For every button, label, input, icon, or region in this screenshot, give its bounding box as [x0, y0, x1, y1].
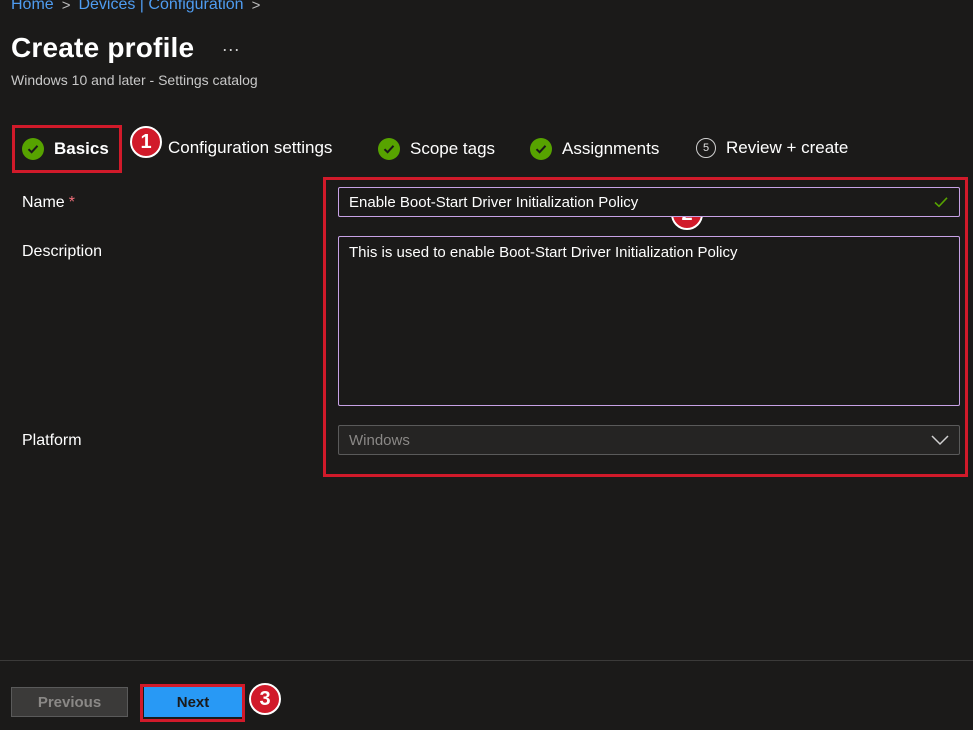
title-row: Create profile ...	[11, 32, 240, 64]
breadcrumb: Home > Devices | Configuration >	[11, 0, 260, 14]
step-assignments[interactable]: Assignments	[530, 138, 659, 160]
platform-label: Platform	[22, 432, 82, 449]
page-subtitle: Windows 10 and later - Settings catalog	[11, 72, 258, 88]
breadcrumb-separator: >	[251, 0, 261, 14]
name-input[interactable]: Enable Boot-Start Driver Initialization …	[338, 187, 960, 217]
platform-select-value: Windows	[349, 431, 410, 449]
step-number-icon: 5	[696, 138, 716, 158]
breadcrumb-home-link[interactable]: Home	[11, 0, 54, 14]
step-configuration-settings[interactable]: Configuration settings	[168, 138, 332, 158]
required-mark: *	[68, 194, 75, 211]
page-title: Create profile	[11, 32, 195, 63]
valid-check-icon	[934, 197, 948, 208]
previous-button[interactable]: Previous	[11, 687, 128, 717]
step-label: Configuration settings	[168, 138, 333, 157]
description-label: Description	[22, 243, 103, 260]
highlight-next	[140, 684, 245, 722]
name-label: Name *	[22, 194, 75, 212]
step-label: Review + create	[726, 138, 849, 157]
step-review-create[interactable]: 5 Review + create	[696, 138, 848, 158]
name-input-value: Enable Boot-Start Driver Initialization …	[349, 193, 639, 211]
description-textarea[interactable]: This is used to enable Boot-Start Driver…	[338, 236, 960, 406]
check-icon	[378, 138, 400, 160]
create-profile-page: Home > Devices | Configuration > Create …	[0, 0, 973, 730]
check-icon	[530, 138, 552, 160]
footer: Previous Next 3	[0, 660, 973, 730]
platform-select[interactable]: Windows	[338, 425, 960, 455]
annotation-badge-1: 1	[130, 126, 162, 158]
annotation-badge-3: 3	[249, 683, 281, 715]
chevron-down-icon	[931, 435, 949, 446]
step-label: Assignments	[562, 139, 660, 158]
step-label: Scope tags	[410, 139, 496, 158]
breadcrumb-devices-link[interactable]: Devices | Configuration	[78, 0, 243, 14]
highlight-basics	[12, 125, 122, 173]
name-label-text: Name	[22, 194, 65, 211]
breadcrumb-separator: >	[61, 0, 71, 14]
more-options-button[interactable]: ...	[222, 35, 240, 56]
step-scope-tags[interactable]: Scope tags	[378, 138, 495, 160]
